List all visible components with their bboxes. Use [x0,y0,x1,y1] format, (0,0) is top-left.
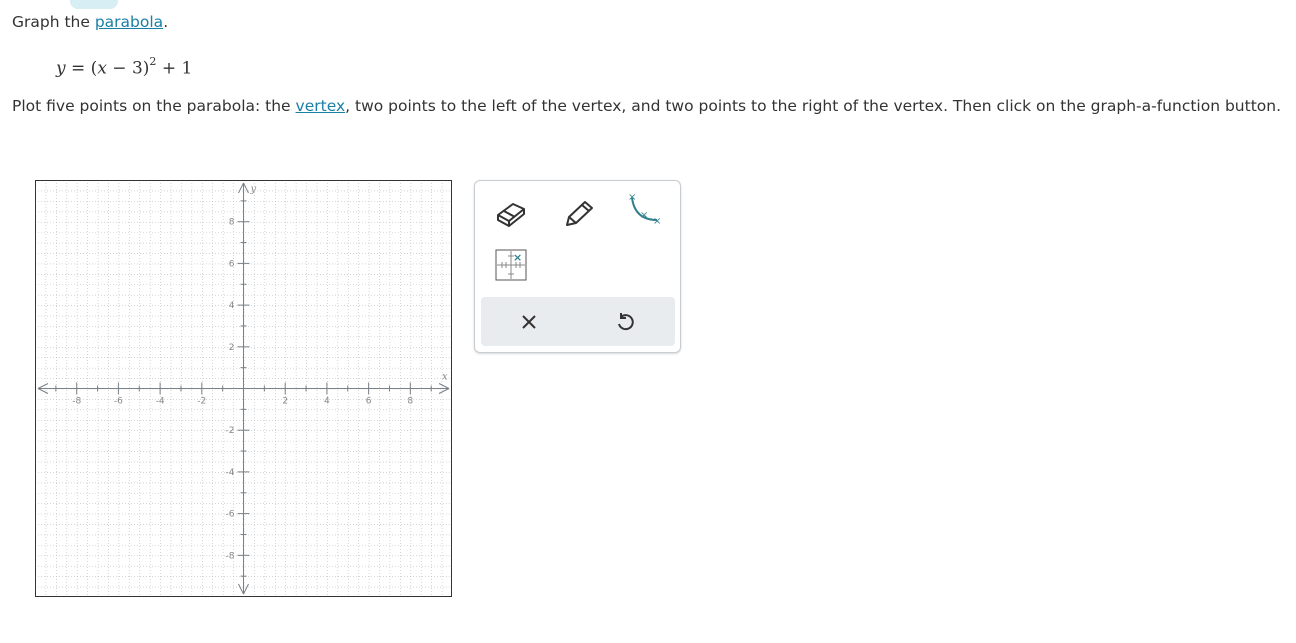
x-tick-label: -2 [197,397,206,407]
svg-text:×: × [628,192,636,203]
clear-icon[interactable] [509,307,549,337]
equation-eq: = [65,58,91,79]
x-tick-label: 8 [407,397,413,407]
y-tick-label: -8 [226,551,235,561]
collapse-tab[interactable] [70,0,118,9]
toolbox: × × × × [474,180,681,353]
parabola-link[interactable]: parabola [95,13,163,31]
graph-area[interactable]: -8 -6 -4 -2 2 4 6 8 8 6 4 2 -2 -4 -6 -8 x y [35,180,452,597]
instructions-part1: Plot five points on the parabola: the [12,97,296,115]
undo-icon[interactable] [605,307,645,337]
equation-plus: + 1 [156,58,193,79]
x-tick-label: -4 [156,397,165,407]
y-tick-label: 8 [229,218,235,228]
coordinate-plane[interactable]: -8 -6 -4 -2 2 4 6 8 8 6 4 2 -2 -4 -6 -8 x y [35,180,452,597]
y-tick-label: -4 [226,468,235,478]
svg-text:×: × [653,216,661,227]
pencil-icon[interactable] [559,195,599,231]
equation-exponent: 2 [149,55,157,68]
eraser-icon[interactable] [491,195,531,231]
equation-minus: − 3 [106,58,143,79]
equation: y = (x − 3)2 + 1 [56,55,193,79]
svg-text:×: × [640,210,648,221]
y-tick-label: 4 [229,301,235,311]
equation-lhs: y [56,58,66,79]
instructions: Plot five points on the parabola: the ve… [12,97,1282,116]
prompt-suffix: . [163,13,169,31]
prompt-prefix: Graph the [12,13,95,31]
prompt-text: Graph the parabola. [12,13,168,31]
x-tick-label: 4 [324,397,330,407]
y-tick-label: -6 [226,510,235,520]
action-bar [481,297,675,346]
equation-x: x [97,58,107,79]
y-axis-label: y [250,184,257,195]
x-tick-label: -6 [114,397,123,407]
x-axis-label: x [442,372,448,383]
y-tick-label: -2 [226,426,235,436]
vertex-link[interactable]: vertex [296,97,346,115]
x-tick-label: 2 [282,397,288,407]
instructions-part2: , two points to the left of the vertex, … [345,97,1282,115]
x-tick-label: 6 [366,397,372,407]
point-plot-icon[interactable]: × [491,247,531,283]
svg-text:×: × [513,251,522,264]
y-tick-label: 6 [229,259,235,269]
x-tick-label: -8 [72,397,81,407]
y-tick-label: 2 [229,343,235,353]
graph-function-icon[interactable]: × × × [623,191,663,227]
